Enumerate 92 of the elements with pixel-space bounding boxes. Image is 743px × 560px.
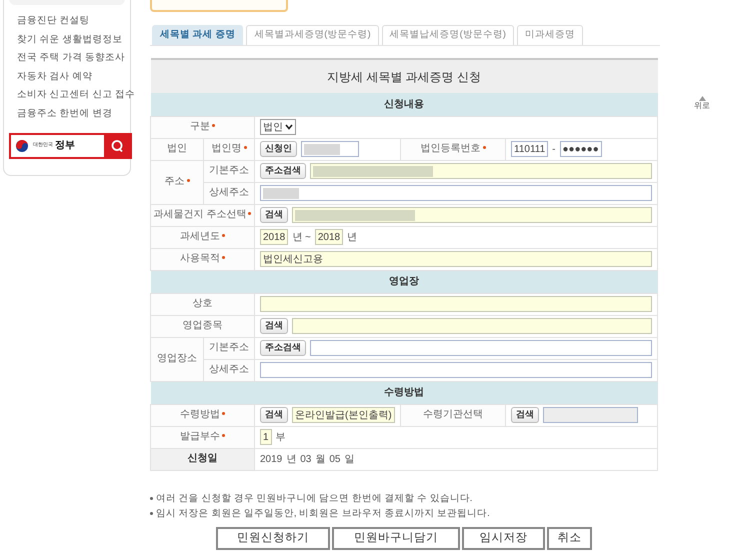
- search-button[interactable]: 검색: [260, 207, 288, 223]
- search-button[interactable]: 검색: [511, 407, 539, 423]
- input-field[interactable]: [292, 318, 652, 334]
- redacted-block: [263, 188, 299, 198]
- bullet-icon: [150, 512, 153, 515]
- search-button[interactable]: 주소검색: [260, 163, 306, 179]
- input-field[interactable]: 온라인발급(본인출력): [292, 407, 395, 423]
- search-button[interactable]: [104, 134, 130, 157]
- sidebar-link[interactable]: 금융주소 한번에 변경: [17, 104, 112, 124]
- notice-text: 여러 건을 신청할 경우 민원바구니에 담으면 한번에 결제할 수 있습니다.: [156, 492, 472, 506]
- tab[interactable]: 세목별 과세 증명: [152, 25, 244, 45]
- value-text: 05: [329, 452, 340, 466]
- up-arrow-icon: [698, 96, 706, 101]
- required-icon: [212, 124, 215, 127]
- redacted-block: [304, 144, 340, 154]
- search-button[interactable]: 검색: [260, 318, 288, 334]
- required-icon: [186, 178, 190, 182]
- input-field[interactable]: [310, 163, 652, 179]
- field-label: 신청일: [150, 448, 254, 470]
- notice-text: 임시 저장은 회원은 일주일동안, 비회원은 브라우저 종료시까지 보관됩니다.: [156, 507, 490, 521]
- required-icon: [222, 412, 225, 415]
- sidebar-link[interactable]: 전국 주택 가격 동향조사: [17, 49, 125, 68]
- action-button[interactable]: 민원신청하기: [216, 527, 330, 550]
- required-icon: [222, 256, 225, 259]
- input-field[interactable]: ●●●●●●: [560, 141, 602, 157]
- input-field[interactable]: [260, 185, 652, 201]
- value-text: 년 ~: [292, 230, 311, 244]
- action-button[interactable]: 임시저장: [462, 527, 545, 550]
- input-field[interactable]: 110111: [511, 141, 548, 157]
- input-field[interactable]: 1: [260, 429, 272, 445]
- field-label: 구분: [150, 116, 254, 138]
- field-label: 상세주소: [204, 182, 254, 204]
- input-field[interactable]: [292, 207, 652, 223]
- field-label: 상호: [150, 293, 254, 315]
- input-field[interactable]: [310, 340, 652, 356]
- required-icon: [222, 434, 225, 437]
- search-icon: [110, 138, 124, 153]
- form-title: 지방세 세목별 과세증명 신청: [150, 59, 658, 93]
- input-field[interactable]: [260, 362, 652, 378]
- field-label: 기본주소: [204, 337, 254, 359]
- field-label: 법인명: [204, 138, 254, 160]
- input-field[interactable]: 법인세신고용: [260, 251, 652, 267]
- sidebar-link[interactable]: 자동차 검사 예약: [17, 68, 92, 86]
- input-field[interactable]: [301, 141, 359, 157]
- action-button[interactable]: 취소: [547, 527, 592, 550]
- input-field[interactable]: 2018: [260, 229, 288, 245]
- field-label: 영업종목: [150, 315, 254, 337]
- required-icon: [244, 146, 246, 149]
- section-heading: 신청내용: [150, 93, 658, 116]
- input-field[interactable]: 2018: [314, 229, 344, 245]
- back-to-top-link[interactable]: 위로: [694, 101, 710, 111]
- field-label: 과세물건지 주소선택: [150, 204, 254, 226]
- field-label: 상세주소: [204, 359, 254, 381]
- field-label: 법인등록번호: [400, 138, 506, 160]
- value-text: 2019: [260, 452, 282, 466]
- field-label: 사용목적: [150, 248, 254, 270]
- chevron-down-icon: [285, 124, 293, 130]
- logo-text: 정부: [55, 140, 75, 151]
- sidebar-link[interactable]: 찾기 쉬운 생활법령정보: [17, 30, 122, 50]
- value-text: -: [552, 142, 556, 156]
- required-icon: [482, 146, 486, 149]
- tab[interactable]: 미과세증명: [516, 25, 583, 45]
- search-button[interactable]: 주소검색: [260, 340, 306, 356]
- field-label: 기본주소: [204, 160, 254, 182]
- search-button[interactable]: 신청인: [260, 141, 297, 157]
- bullet-icon: [150, 497, 153, 500]
- search-button[interactable]: 검색: [260, 407, 288, 423]
- value-text: 일: [344, 452, 354, 466]
- field-label: 법인: [150, 138, 204, 160]
- required-icon: [222, 234, 225, 237]
- value-text: 년: [347, 230, 358, 244]
- select-dropdown[interactable]: 법인: [260, 119, 296, 135]
- field-label: 수령기관선택: [400, 404, 506, 426]
- field-label: 발급부수: [150, 426, 254, 448]
- field-label: 과세년도: [150, 226, 254, 248]
- emblem-icon: [15, 138, 29, 153]
- sidebar-link[interactable]: 금융진단 컨설팅: [17, 12, 90, 31]
- action-button[interactable]: 민원바구니담기: [332, 527, 460, 550]
- value-text: 03: [300, 452, 312, 466]
- value-text: 부: [276, 430, 286, 444]
- field-label: 주소: [150, 160, 204, 204]
- section-heading: 수령방법: [150, 381, 658, 404]
- required-icon: [248, 212, 252, 215]
- tab[interactable]: 세목별과세증명(방문수령): [246, 25, 379, 45]
- field-label: 수령방법: [150, 404, 254, 426]
- input-field[interactable]: [260, 296, 652, 312]
- section-heading: 영업장: [150, 270, 658, 293]
- sidebar-link[interactable]: 소비자 신고센터 신고 접수: [17, 86, 135, 105]
- tab[interactable]: 세목별납세증명(방문수령): [382, 25, 514, 45]
- field-label: 영업장소: [150, 337, 204, 381]
- value-text: 월: [315, 452, 326, 466]
- value-text: 년: [286, 452, 296, 466]
